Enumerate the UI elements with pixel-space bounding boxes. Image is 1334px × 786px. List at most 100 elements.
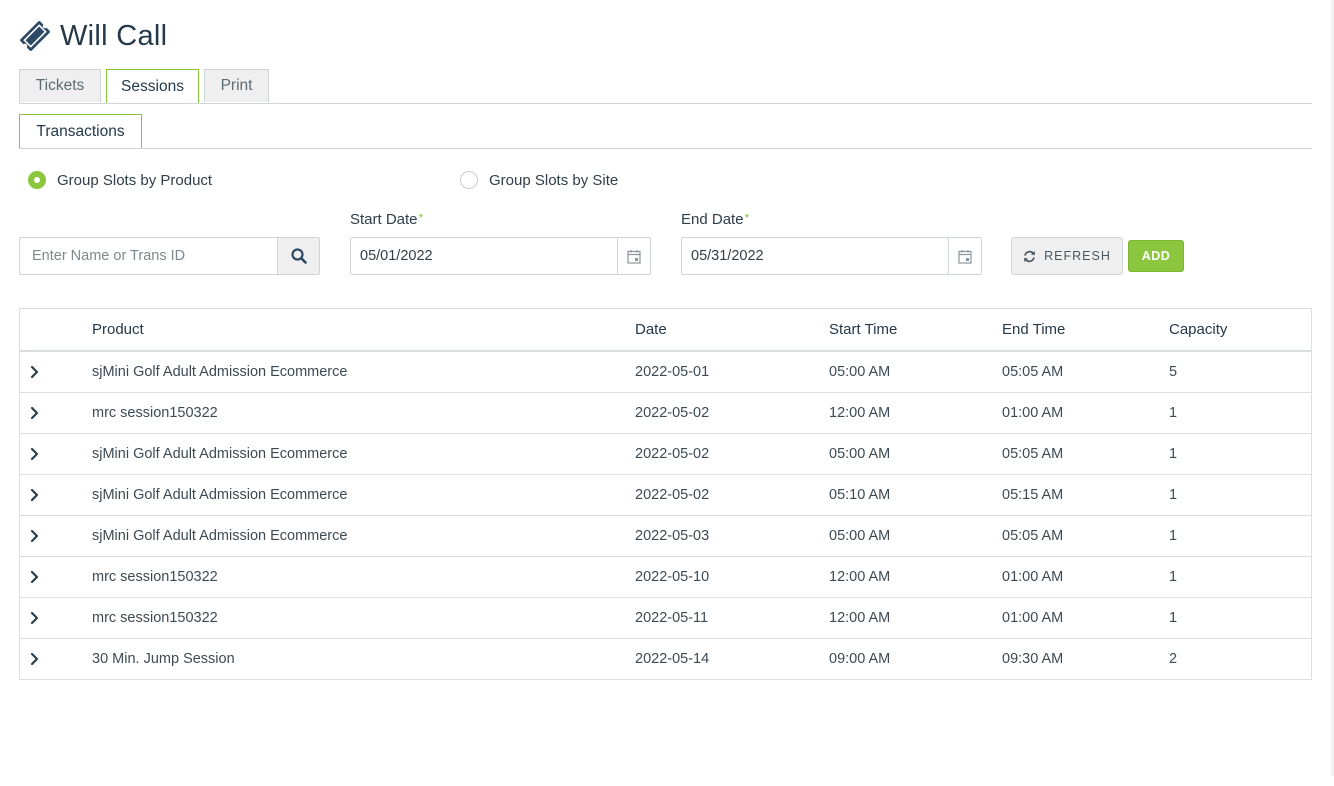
group-by-site-option[interactable]: Group Slots by Site <box>460 169 618 191</box>
end-date-input[interactable] <box>682 238 950 274</box>
capacity-cell: 1 <box>1169 487 1178 503</box>
date-cell: 2022-05-14 <box>635 651 710 667</box>
date-cell: 2022-05-11 <box>635 610 709 626</box>
product-cell: 30 Min. Jump Session <box>92 651 235 667</box>
end-time-cell: 01:00 AM <box>1002 569 1064 585</box>
end-date-field <box>681 237 982 275</box>
required-mark: * <box>418 211 424 225</box>
product-cell: sjMini Golf Adult Admission Ecommerce <box>92 487 348 503</box>
tab-transactions[interactable]: Transactions <box>19 114 142 148</box>
table-row[interactable]: mrc session150322 2022-05-10 12:00 AM 01:00… <box>20 557 1311 598</box>
start-date-input[interactable] <box>351 238 619 274</box>
start-time-cell: 12:00 AM <box>829 569 891 585</box>
start-time-cell: 12:00 AM <box>829 405 891 421</box>
page-header: Will Call <box>17 14 167 58</box>
expand-row-icon[interactable] <box>30 352 60 392</box>
page-title: Will Call <box>60 19 168 52</box>
end-time-cell: 05:05 AM <box>1002 446 1064 462</box>
start-date-label: Start Date* <box>350 211 423 228</box>
tab-tickets[interactable]: Tickets <box>19 69 101 102</box>
start-date-calendar-button[interactable] <box>617 238 650 274</box>
table-row[interactable]: 30 Min. Jump Session 2022-05-14 09:00 AM 09… <box>20 639 1311 679</box>
start-time-cell: 05:00 AM <box>829 446 891 462</box>
ticket-icon <box>20 21 50 51</box>
search-box <box>19 237 320 275</box>
end-date-label-text: End Date <box>681 211 744 228</box>
column-header-capacity[interactable]: Capacity <box>1169 309 1227 350</box>
date-cell: 2022-05-02 <box>635 405 710 421</box>
table-row[interactable]: sjMini Golf Adult Admission Ecommerce 202… <box>20 475 1311 516</box>
start-time-cell: 05:00 AM <box>829 528 891 544</box>
grid-header: Product Date Start Time End Time Capacit… <box>20 309 1311 352</box>
product-cell: sjMini Golf Adult Admission Ecommerce <box>92 446 348 462</box>
end-time-cell: 05:05 AM <box>1002 528 1064 544</box>
tab-print[interactable]: Print <box>204 69 269 102</box>
group-by-site-radio[interactable] <box>460 171 478 189</box>
refresh-button[interactable]: REFRESH <box>1011 237 1123 275</box>
column-header-start-time[interactable]: Start Time <box>829 309 897 350</box>
group-by-product-label: Group Slots by Product <box>57 171 213 189</box>
expand-row-icon[interactable] <box>30 598 60 638</box>
calendar-icon <box>958 249 972 264</box>
search-icon <box>290 248 307 264</box>
table-row[interactable]: sjMini Golf Adult Admission Ecommerce 202… <box>20 352 1311 393</box>
column-header-end-time[interactable]: End Time <box>1002 309 1065 350</box>
date-cell: 2022-05-01 <box>635 364 710 380</box>
product-cell: mrc session150322 <box>92 610 218 626</box>
capacity-cell: 1 <box>1169 610 1178 626</box>
column-header-date[interactable]: Date <box>635 309 667 350</box>
start-time-cell: 05:00 AM <box>829 364 891 380</box>
date-cell: 2022-05-03 <box>635 528 710 544</box>
expand-row-icon[interactable] <box>30 475 60 515</box>
end-time-cell: 01:00 AM <box>1002 405 1064 421</box>
start-date-field <box>350 237 651 275</box>
product-cell: sjMini Golf Adult Admission Ecommerce <box>92 364 348 380</box>
end-date-calendar-button[interactable] <box>948 238 981 274</box>
main-tabs: Tickets Sessions Print <box>19 69 1312 104</box>
required-mark: * <box>744 211 750 225</box>
capacity-cell: 1 <box>1169 528 1178 544</box>
capacity-cell: 1 <box>1169 405 1178 421</box>
search-input[interactable] <box>20 238 278 274</box>
start-date-label-text: Start Date <box>350 211 418 228</box>
tab-sessions[interactable]: Sessions <box>106 69 199 103</box>
expand-row-icon[interactable] <box>30 639 60 679</box>
expand-row-icon[interactable] <box>30 393 60 433</box>
product-cell: mrc session150322 <box>92 569 218 585</box>
expand-row-icon[interactable] <box>30 434 60 474</box>
column-header-product[interactable]: Product <box>92 309 144 350</box>
product-cell: sjMini Golf Adult Admission Ecommerce <box>92 528 348 544</box>
start-time-cell: 09:00 AM <box>829 651 891 667</box>
end-time-cell: 01:00 AM <box>1002 610 1064 626</box>
table-row[interactable]: mrc session150322 2022-05-02 12:00 AM 01:00… <box>20 393 1311 434</box>
table-row[interactable]: sjMini Golf Adult Admission Ecommerce 202… <box>20 434 1311 475</box>
expand-row-icon[interactable] <box>30 516 60 556</box>
end-time-cell: 09:30 AM <box>1002 651 1064 667</box>
start-time-cell: 05:10 AM <box>829 487 891 503</box>
table-row[interactable]: sjMini Golf Adult Admission Ecommerce 202… <box>20 516 1311 557</box>
end-time-cell: 05:05 AM <box>1002 364 1064 380</box>
refresh-icon <box>1024 250 1036 262</box>
product-cell: mrc session150322 <box>92 405 218 421</box>
sessions-grid: Product Date Start Time End Time Capacit… <box>19 308 1312 680</box>
calendar-icon <box>627 249 641 264</box>
end-time-cell: 05:15 AM <box>1002 487 1064 503</box>
expand-row-icon[interactable] <box>30 557 60 597</box>
date-cell: 2022-05-02 <box>635 446 710 462</box>
search-button[interactable] <box>277 238 319 274</box>
sub-tabs: Transactions <box>19 114 1312 149</box>
start-time-cell: 12:00 AM <box>829 610 891 626</box>
date-cell: 2022-05-10 <box>635 569 710 585</box>
refresh-label: REFRESH <box>1044 249 1111 263</box>
capacity-cell: 5 <box>1169 364 1178 380</box>
date-cell: 2022-05-02 <box>635 487 710 503</box>
capacity-cell: 2 <box>1169 651 1178 667</box>
group-by-product-option[interactable]: Group Slots by Product <box>28 169 212 191</box>
table-row[interactable]: mrc session150322 2022-05-11 12:00 AM 01:00… <box>20 598 1311 639</box>
capacity-cell: 1 <box>1169 446 1178 462</box>
group-by-site-label: Group Slots by Site <box>489 171 619 189</box>
group-by-product-radio[interactable] <box>28 171 46 189</box>
capacity-cell: 1 <box>1169 569 1178 585</box>
grid-body: sjMini Golf Adult Admission Ecommerce 202… <box>20 352 1311 679</box>
add-button[interactable]: ADD <box>1128 240 1184 272</box>
